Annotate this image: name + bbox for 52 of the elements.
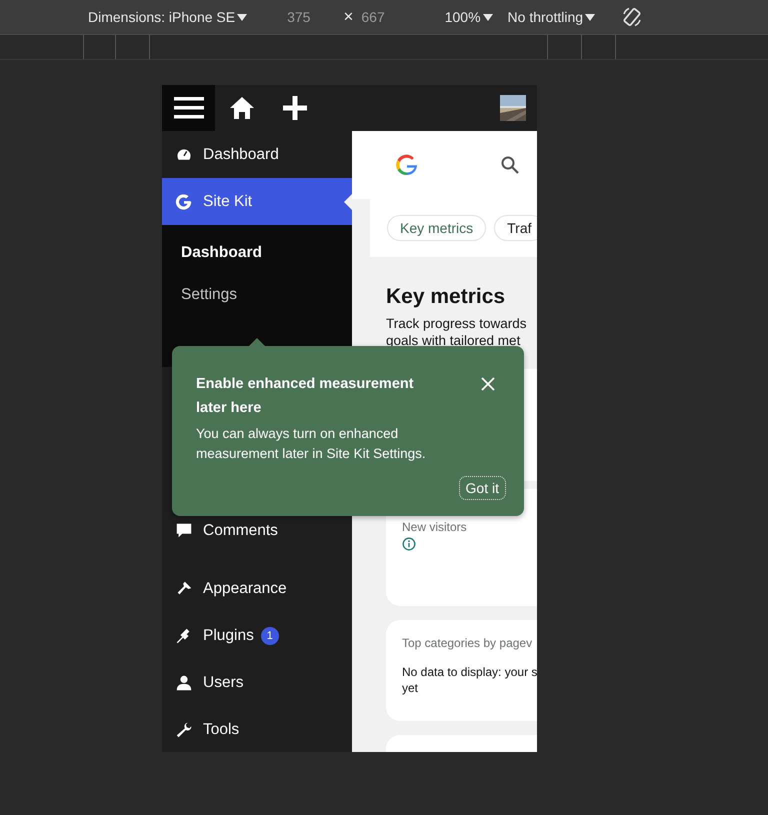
section-description: Track progress towards xyxy=(386,315,528,332)
times-sign: × xyxy=(343,7,354,27)
menu-label: Comments xyxy=(203,522,278,540)
submenu-item[interactable]: Settings xyxy=(162,274,352,316)
search-icon[interactable] xyxy=(500,155,520,175)
menu-item[interactable]: Tools xyxy=(162,706,352,752)
home-icon[interactable] xyxy=(229,95,255,121)
google-g-logo xyxy=(395,153,419,177)
card-title: Top categories by pagev xyxy=(402,636,534,650)
close-button[interactable] xyxy=(480,376,496,392)
filter-chip[interactable]: Traf xyxy=(494,215,537,241)
menu-label: Appearance xyxy=(203,580,287,598)
got-it-button[interactable]: Got it xyxy=(458,476,506,500)
person-icon xyxy=(175,674,193,692)
close-icon xyxy=(481,377,495,391)
menu-label: Plugins xyxy=(203,626,254,644)
speech-bubble-icon xyxy=(175,522,193,540)
throttling-dropdown[interactable]: No throttling xyxy=(508,9,596,25)
width-field[interactable]: 375 xyxy=(287,9,310,25)
menu-label: Tools xyxy=(203,720,240,738)
menu-label: Site Kit xyxy=(203,192,252,210)
filter-chip[interactable]: Key metrics xyxy=(387,215,486,241)
card-message: yet xyxy=(402,680,420,696)
menu-button[interactable] xyxy=(162,85,215,131)
submenu-item[interactable]: Dashboard xyxy=(162,232,352,274)
menu-item[interactable]: Site Kit xyxy=(162,178,352,225)
menu-item[interactable]: Appearance xyxy=(162,565,352,612)
update-count-badge: 1 xyxy=(260,626,279,644)
card-title: New visitors xyxy=(402,520,468,534)
device-dropdown[interactable]: Dimensions: iPhone SE xyxy=(88,9,248,25)
menu-item[interactable]: Comments xyxy=(162,507,352,554)
caret-icon xyxy=(482,14,493,20)
tooltip-text: You can always turn on enhanced measurement later in Site Kit Settings. xyxy=(196,425,427,463)
height-field[interactable]: 667 xyxy=(361,9,385,25)
menu-label: Dashboard xyxy=(203,146,279,164)
caret-icon xyxy=(585,14,596,20)
menu-item[interactable]: Users xyxy=(162,659,352,706)
menu-icon xyxy=(174,96,204,120)
rotate-icon[interactable] xyxy=(621,6,644,28)
tooltip-title: Enable enhanced measurement later here xyxy=(196,375,415,418)
menu-item[interactable]: Plugins 1 xyxy=(162,612,352,659)
menu-item[interactable]: Dashboard xyxy=(162,131,352,178)
menu-label: Users xyxy=(203,674,244,692)
section-description: goals with tailored met xyxy=(386,332,522,349)
google-g-icon xyxy=(175,192,193,210)
info-icon[interactable] xyxy=(402,537,416,551)
caret-icon xyxy=(237,14,248,20)
wrench-icon xyxy=(175,720,193,738)
plus-icon[interactable] xyxy=(282,95,308,121)
card-message: No data to display: your s xyxy=(402,664,537,680)
zoom-dropdown[interactable]: 100% xyxy=(444,9,493,25)
section-heading: Key metrics xyxy=(386,285,506,309)
